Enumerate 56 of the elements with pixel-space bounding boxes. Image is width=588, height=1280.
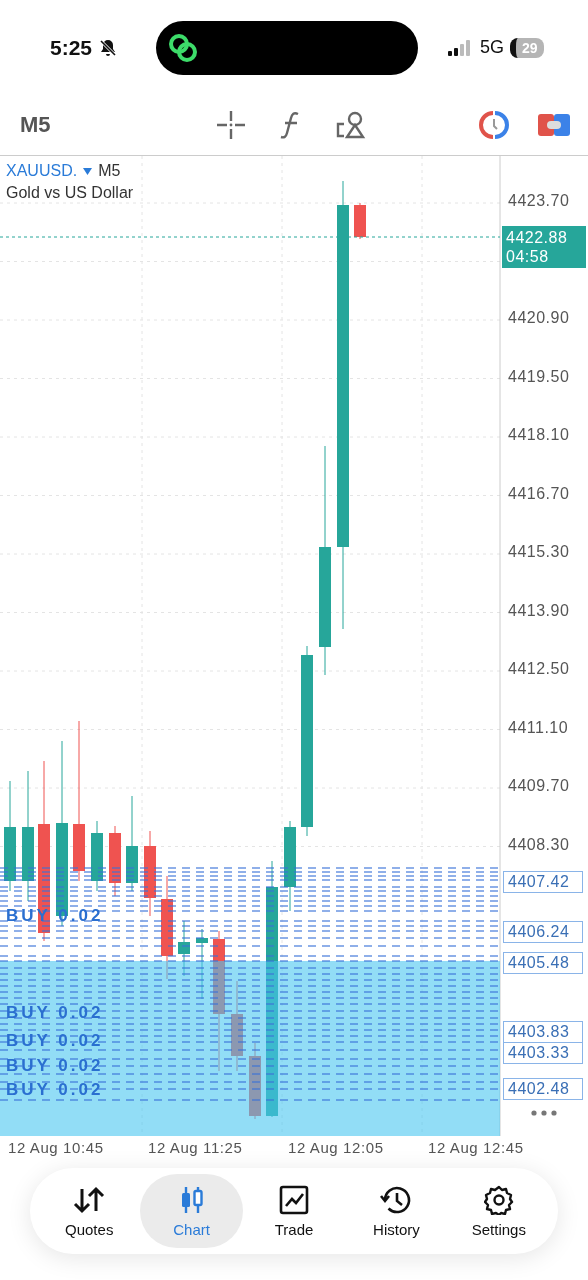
- candle: [91, 820, 103, 892]
- price-axis-label: 4423.70: [508, 192, 570, 210]
- candle: [354, 202, 366, 240]
- price-axis-label: 4420.90: [508, 309, 570, 327]
- order-label: BUY 0.02: [6, 1056, 104, 1076]
- status-time: 5:25: [50, 35, 93, 60]
- price-axis-label: 4413.90: [508, 601, 570, 620]
- order-label: BUY 0.02: [6, 1003, 104, 1023]
- price-axis-label: 4411.10: [508, 718, 569, 737]
- nav-tab[interactable]: Chart: [140, 1174, 243, 1248]
- signal-icon: [448, 39, 473, 56]
- more-icon[interactable]: [531, 1110, 557, 1116]
- price-axis-label: 4418.10: [508, 426, 570, 444]
- bell-off-icon: [98, 37, 119, 58]
- nav-tab[interactable]: Trade: [242, 1174, 346, 1248]
- order-label: BUY 0.02: [6, 1080, 104, 1100]
- order-price-label: 4403.33: [503, 1042, 583, 1064]
- order-price-label: 4402.48: [503, 1078, 583, 1100]
- bar-countdown: 04:58: [506, 247, 550, 266]
- time-axis-label: 12 Aug 11:25: [148, 1138, 244, 1158]
- price-axis-label: 4419.50: [508, 367, 570, 386]
- price-axis-label: 4412.50: [508, 660, 570, 678]
- dropdown-icon[interactable]: [83, 167, 93, 175]
- line-chart-icon: [279, 1184, 309, 1215]
- symbol-description: Gold vs US Dollar: [6, 184, 134, 202]
- candle: [178, 920, 190, 977]
- toggle-icon[interactable]: [538, 112, 570, 138]
- symbol-selector[interactable]: XAUUSD.: [6, 162, 78, 180]
- battery-indicator: 29: [510, 37, 544, 58]
- arrows-up-down-icon: [72, 1184, 107, 1215]
- order-price-label: 4407.42: [503, 871, 583, 893]
- price-axis-label: 4416.70: [508, 484, 570, 503]
- current-price: 4422.88: [506, 228, 569, 247]
- price-axis-label: 4415.30: [508, 543, 570, 561]
- order-price-label: 4405.48: [503, 952, 583, 974]
- order-price-label: 4403.83: [503, 1021, 583, 1043]
- nav-tab[interactable]: Settings: [447, 1174, 551, 1248]
- timeframe-button[interactable]: M5: [20, 112, 160, 138]
- network-label: 5G: [480, 37, 505, 58]
- crosshair-icon[interactable]: [216, 110, 246, 140]
- settings-icon: [483, 1184, 514, 1215]
- price-axis-label: 4409.70: [508, 777, 570, 795]
- time-axis-label: 12 Aug 12:45: [428, 1138, 525, 1158]
- candle: [196, 928, 208, 1000]
- shapes-icon[interactable]: [336, 110, 366, 140]
- time-axis-label: 12 Aug 10:45: [8, 1138, 105, 1158]
- nav-tab[interactable]: History: [345, 1174, 448, 1248]
- nav-tab[interactable]: Quotes: [38, 1174, 141, 1248]
- time-axis-label: 12 Aug 12:05: [288, 1138, 385, 1158]
- candle: [109, 825, 121, 897]
- price-axis-label: 4408.30: [508, 835, 570, 854]
- order-label: BUY 0.02: [6, 1031, 104, 1051]
- order-price-label: 4406.24: [503, 921, 583, 943]
- history-icon: [380, 1184, 413, 1215]
- chart-timeframe: M5: [98, 162, 121, 180]
- one-click-trading-icon[interactable]: [478, 111, 510, 139]
